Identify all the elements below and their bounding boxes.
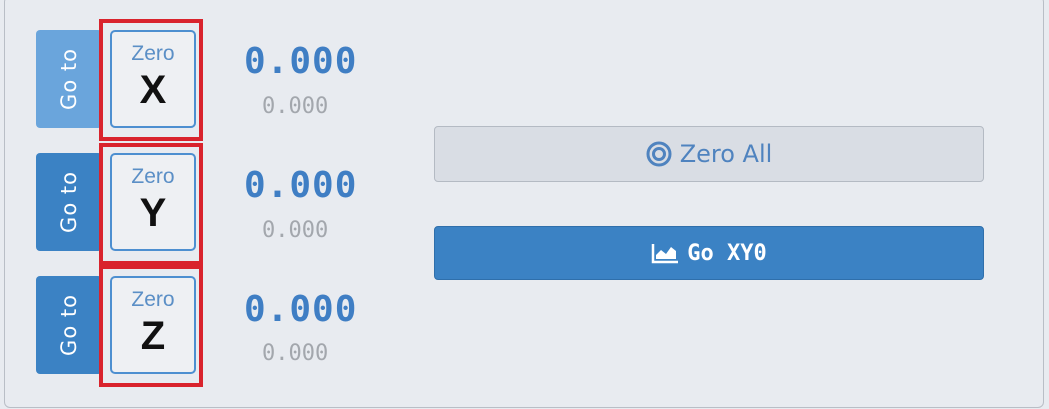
- goto-x-button[interactable]: Go to: [36, 30, 102, 128]
- zero-z-button[interactable]: Zero Z: [110, 276, 196, 374]
- y-work-position: 0.000: [244, 165, 358, 206]
- x-work-position: 0.000: [244, 41, 358, 82]
- zero-x-axis-letter: X: [139, 68, 167, 112]
- zero-z-axis-letter: Z: [140, 314, 166, 358]
- area-chart-icon: [651, 242, 679, 264]
- zero-y-label: Zero: [131, 165, 175, 188]
- zero-y-axis-letter: Y: [139, 191, 167, 235]
- goto-x-label: Go to: [56, 48, 81, 110]
- goto-y-label: Go to: [56, 171, 81, 233]
- goto-z-button[interactable]: Go to: [36, 276, 102, 374]
- zero-x-label: Zero: [131, 42, 175, 65]
- target-icon: [646, 141, 672, 167]
- zero-z-label: Zero: [131, 288, 175, 311]
- x-machine-position: 0.000: [262, 94, 329, 119]
- z-machine-position: 0.000: [262, 341, 329, 366]
- zero-all-button[interactable]: Zero All: [434, 126, 984, 182]
- z-work-position: 0.000: [244, 289, 358, 330]
- go-xy0-button[interactable]: Go XY0: [434, 226, 984, 280]
- goto-z-label: Go to: [56, 294, 81, 356]
- y-machine-position: 0.000: [262, 218, 329, 243]
- go-xy0-label: Go XY0: [687, 240, 767, 266]
- zero-x-button[interactable]: Zero X: [110, 30, 196, 128]
- goto-y-button[interactable]: Go to: [36, 153, 102, 251]
- zero-all-label: Zero All: [679, 140, 773, 168]
- zero-y-button[interactable]: Zero Y: [110, 153, 196, 251]
